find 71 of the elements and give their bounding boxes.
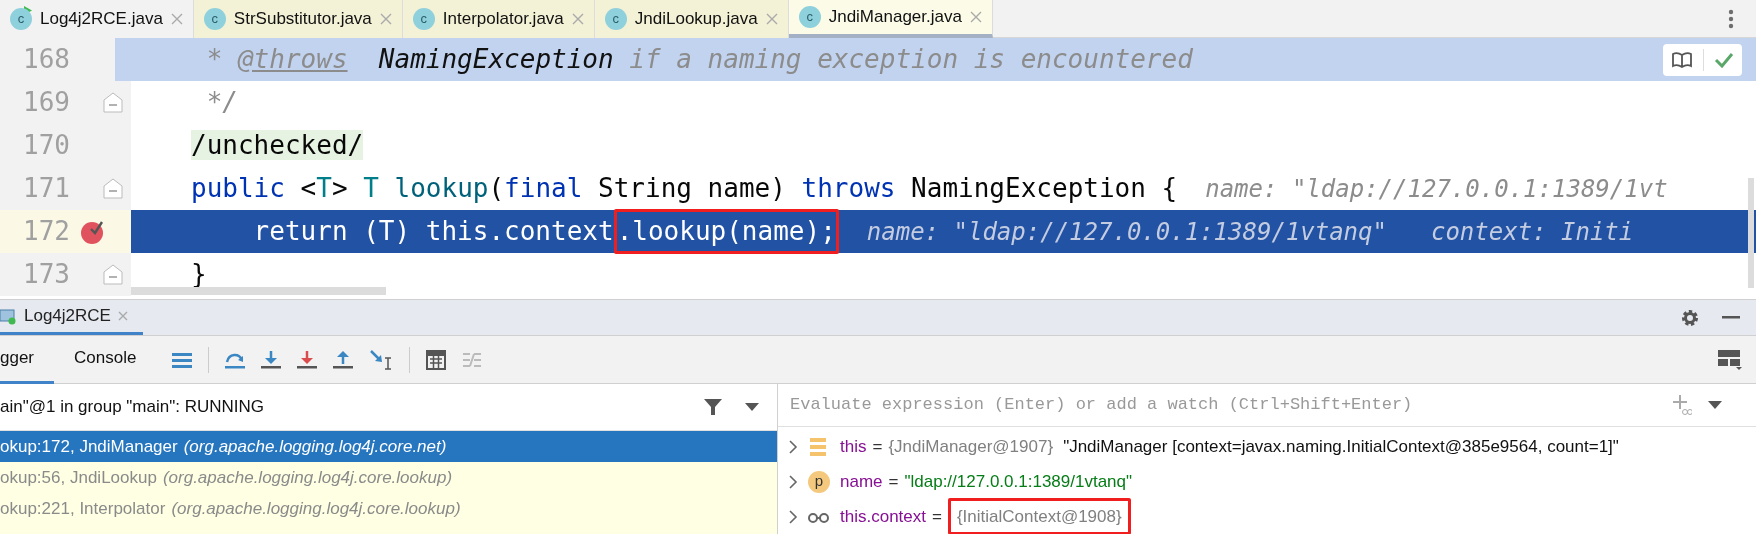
layout-icon[interactable] bbox=[1718, 349, 1742, 370]
code-line: public <T> T lookup(final String name) throws NamingException { bbox=[191, 172, 1178, 205]
step-out-icon[interactable] bbox=[333, 349, 354, 370]
dropdown-icon[interactable] bbox=[1708, 401, 1722, 409]
highlight-frame: {InitialContext@1908} bbox=[947, 497, 1131, 534]
code-line: return (T) this.context bbox=[252, 215, 614, 248]
add-watch-icon[interactable] bbox=[1672, 394, 1692, 416]
list-icon[interactable] bbox=[172, 351, 193, 368]
close-icon[interactable] bbox=[116, 309, 129, 322]
vertical-scrollbar[interactable] bbox=[1748, 178, 1754, 288]
class-icon: c bbox=[203, 8, 226, 30]
class-icon: c bbox=[798, 6, 821, 28]
parameter-icon: p bbox=[808, 470, 830, 493]
stack-frame[interactable]: okup:172, JndiManager (org.apache.logging.log4j.core.net) bbox=[0, 431, 777, 462]
line-number: 170 bbox=[22, 129, 70, 162]
equals-sign: = bbox=[888, 470, 899, 493]
close-icon[interactable] bbox=[765, 13, 778, 25]
close-icon[interactable] bbox=[969, 11, 982, 23]
equals-sign: = bbox=[932, 505, 942, 528]
code-line: */ bbox=[205, 86, 238, 119]
fold-icon[interactable] bbox=[102, 178, 123, 199]
window-icon bbox=[0, 306, 18, 325]
line-number: 168 bbox=[22, 43, 70, 76]
close-icon[interactable] bbox=[571, 13, 584, 25]
dropdown-icon[interactable] bbox=[745, 403, 759, 411]
stack-frame[interactable]: okup:221, Interpolator (org.apache.logging.log4j.core.lookup) bbox=[0, 493, 777, 524]
debugger-tab[interactable]: Console bbox=[54, 335, 157, 384]
editor-tab[interactable]: c JndiManager.java bbox=[788, 0, 993, 38]
checkmark-icon[interactable] bbox=[1714, 52, 1734, 68]
variable-value: "ldap://127.0.0.1:1389/1vtanq" bbox=[904, 470, 1133, 493]
close-icon[interactable] bbox=[170, 13, 183, 25]
force-step-into-icon[interactable] bbox=[297, 349, 318, 370]
line-number: 172 bbox=[22, 215, 70, 248]
editor-tab[interactable]: c StrSubstitutor.java bbox=[193, 0, 403, 38]
variable-description: "JndiManager [context=javax.naming.InitialContext@385e9564, count=1]" bbox=[1063, 435, 1619, 458]
editor-tab[interactable]: c Interpolator.java bbox=[402, 0, 595, 38]
expand-icon[interactable] bbox=[788, 473, 798, 490]
minimize-icon[interactable] bbox=[1722, 315, 1740, 320]
line-number: 169 bbox=[22, 86, 70, 119]
code-line: * @throws NamingException if a naming exception is encountered bbox=[205, 43, 1193, 76]
more-icon[interactable] bbox=[1728, 8, 1734, 29]
step-into-icon[interactable] bbox=[261, 349, 282, 370]
editor-tab[interactable]: c JndiLookup.java bbox=[594, 0, 789, 38]
inline-value-hint: name: "ldap://127.0.0.1:1389/1vtanq" bbox=[866, 216, 1387, 248]
close-icon[interactable] bbox=[379, 13, 392, 25]
book-icon[interactable] bbox=[1671, 51, 1693, 69]
variable-name: this.context bbox=[840, 505, 926, 528]
inline-value-hint: name: "ldap://127.0.0.1:1389/1vt bbox=[1205, 173, 1668, 205]
class-icon: c bbox=[604, 8, 627, 30]
equals-sign: = bbox=[872, 435, 883, 458]
line-number: 173 bbox=[22, 258, 70, 291]
expand-icon[interactable] bbox=[788, 438, 798, 455]
highlight-frame: .lookup(name); bbox=[613, 209, 839, 254]
class-icon: c bbox=[412, 8, 435, 30]
variable-name: this bbox=[840, 435, 867, 458]
settings-icon[interactable] bbox=[1680, 307, 1700, 328]
thread-selector[interactable]: ain"@1 in group "main": RUNNING bbox=[0, 394, 703, 420]
variable-value: {JndiManager@1907} bbox=[888, 435, 1054, 458]
expand-icon[interactable] bbox=[788, 508, 798, 525]
line-number: 171 bbox=[22, 172, 70, 205]
class-icon: c bbox=[10, 8, 32, 30]
editor-tab[interactable]: c Log4j2RCE.java bbox=[0, 0, 194, 38]
horizontal-scrollbar[interactable] bbox=[131, 287, 386, 295]
calculator-icon[interactable] bbox=[426, 349, 447, 370]
filter-icon[interactable] bbox=[703, 397, 723, 417]
fold-icon[interactable] bbox=[102, 264, 123, 285]
inline-value-hint: context: Initi bbox=[1430, 216, 1634, 248]
fold-icon[interactable] bbox=[102, 92, 123, 113]
evaluate-field[interactable]: Evaluate expression (Enter) or add a watch (Ctrl+Shift+Enter) bbox=[790, 392, 1656, 418]
variable-name: name bbox=[840, 470, 883, 493]
run-to-cursor-icon[interactable] bbox=[369, 348, 394, 371]
